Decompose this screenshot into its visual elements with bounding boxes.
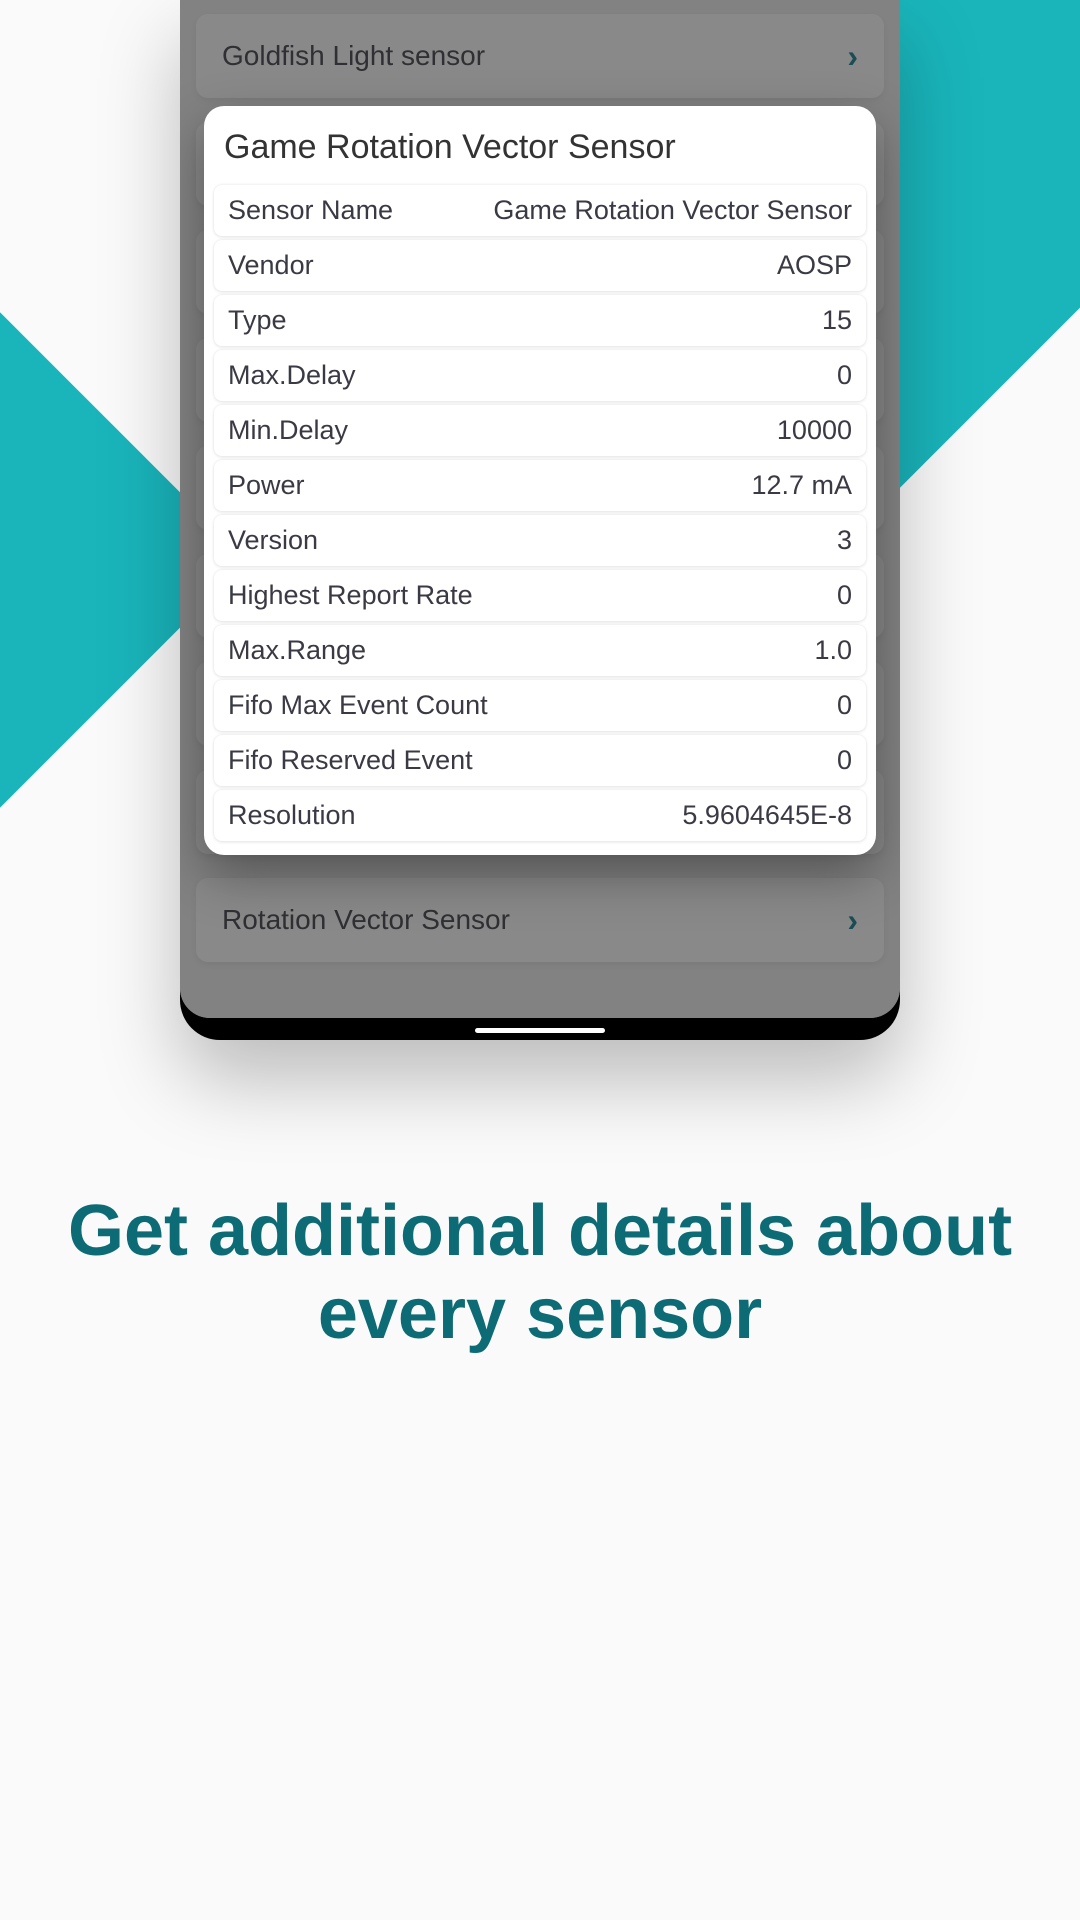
detail-value: 10000 <box>777 415 852 446</box>
detail-value: 1.0 <box>814 635 852 666</box>
detail-label: Fifo Reserved Event <box>228 745 473 776</box>
detail-row-min-delay: Min.Delay 10000 <box>214 405 866 456</box>
phone-frame: Goldfish Light sensor › › › › › › <box>180 0 900 1040</box>
detail-label: Type <box>228 305 287 336</box>
promo-tagline: Get additional details about every senso… <box>0 1190 1080 1356</box>
detail-row-sensor-name: Sensor Name Game Rotation Vector Sensor <box>214 185 866 236</box>
detail-value: 3 <box>837 525 852 556</box>
detail-row-vendor: Vendor AOSP <box>214 240 866 291</box>
detail-row-max-range: Max.Range 1.0 <box>214 625 866 676</box>
detail-row-highest-report-rate: Highest Report Rate 0 <box>214 570 866 621</box>
detail-value: 5.9604645E-8 <box>682 800 852 831</box>
sensor-detail-dialog: Game Rotation Vector Sensor Sensor Name … <box>204 106 876 855</box>
detail-label: Highest Report Rate <box>228 580 473 611</box>
sensor-item-goldfish-light[interactable]: Goldfish Light sensor › <box>196 14 884 98</box>
detail-value: 0 <box>837 690 852 721</box>
detail-value: 12.7 mA <box>751 470 852 501</box>
detail-label: Version <box>228 525 318 556</box>
detail-row-power: Power 12.7 mA <box>214 460 866 511</box>
home-indicator[interactable] <box>475 1028 605 1033</box>
detail-value: AOSP <box>777 250 852 281</box>
chevron-right-icon: › <box>847 40 858 72</box>
detail-row-type: Type 15 <box>214 295 866 346</box>
detail-row-max-delay: Max.Delay 0 <box>214 350 866 401</box>
detail-label: Max.Delay <box>228 360 356 391</box>
detail-value: 0 <box>837 580 852 611</box>
detail-value: 0 <box>837 745 852 776</box>
detail-value: 0 <box>837 360 852 391</box>
sensor-item-label: Rotation Vector Sensor <box>222 904 510 936</box>
dialog-title: Game Rotation Vector Sensor <box>214 122 866 181</box>
detail-label: Sensor Name <box>228 195 393 226</box>
chevron-right-icon: › <box>847 904 858 936</box>
detail-label: Max.Range <box>228 635 366 666</box>
detail-row-resolution: Resolution 5.9604645E-8 <box>214 790 866 841</box>
detail-row-fifo-reserved-event: Fifo Reserved Event 0 <box>214 735 866 786</box>
detail-row-version: Version 3 <box>214 515 866 566</box>
detail-label: Min.Delay <box>228 415 348 446</box>
detail-label: Resolution <box>228 800 356 831</box>
sensor-item-rotation-vector[interactable]: Rotation Vector Sensor › <box>196 878 884 962</box>
sensor-item-label: Goldfish Light sensor <box>222 40 485 72</box>
phone-screen: Goldfish Light sensor › › › › › › <box>180 0 900 1018</box>
detail-label: Power <box>228 470 305 501</box>
detail-label: Fifo Max Event Count <box>228 690 488 721</box>
detail-row-fifo-max-event: Fifo Max Event Count 0 <box>214 680 866 731</box>
detail-value: Game Rotation Vector Sensor <box>493 195 852 226</box>
detail-value: 15 <box>822 305 852 336</box>
detail-label: Vendor <box>228 250 314 281</box>
